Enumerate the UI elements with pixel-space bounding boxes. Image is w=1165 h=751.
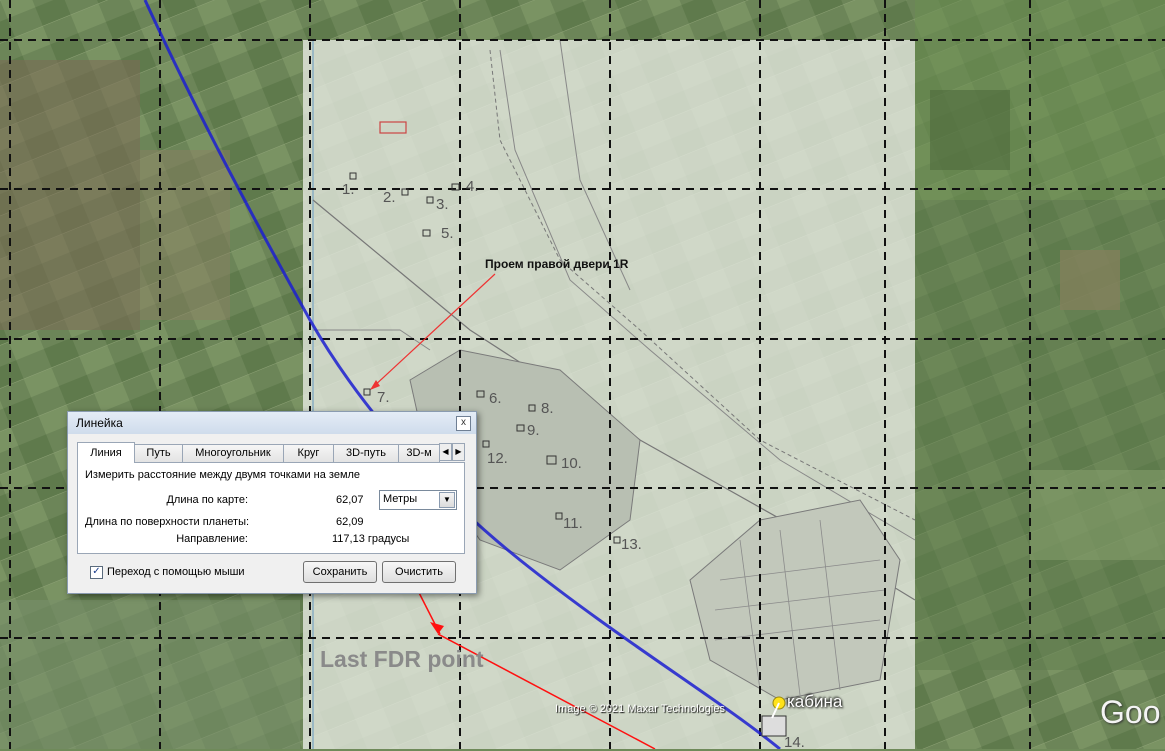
heading-value: 117,13 градусы bbox=[332, 533, 410, 545]
tab-scroll-left-icon[interactable]: ◀ bbox=[439, 443, 452, 461]
clear-button[interactable]: Очистить bbox=[382, 561, 456, 583]
tab-path[interactable]: Путь bbox=[134, 444, 183, 463]
parcel-label: 7. bbox=[377, 389, 390, 406]
field-patch bbox=[1030, 470, 1165, 560]
map-length-label: Длина по карте: bbox=[166, 494, 248, 506]
tab-line[interactable]: Линия bbox=[77, 442, 135, 463]
map-length-value: 62,07 bbox=[336, 494, 364, 506]
parcel-label: 10. bbox=[561, 455, 582, 472]
ground-length-value: 62,09 bbox=[336, 516, 364, 528]
parcel-label: 6. bbox=[489, 390, 502, 407]
field-patch bbox=[0, 600, 300, 749]
fdr-label: Last FDR point bbox=[320, 646, 484, 672]
mouse-nav-label: Переход с помощью мыши bbox=[107, 566, 245, 578]
dialog-titlebar[interactable]: Линейка x bbox=[68, 412, 476, 434]
parcel-label: 13. bbox=[621, 536, 642, 553]
parcel-label: 5. bbox=[441, 225, 454, 242]
annotation-label: Проем правой двери 1R bbox=[485, 257, 629, 271]
tab-circle[interactable]: Круг bbox=[283, 444, 334, 463]
tab-scroll-right-icon[interactable]: ▶ bbox=[452, 443, 465, 461]
ruler-tabs: Линия Путь Многоугольник Круг 3D-путь 3D… bbox=[77, 442, 467, 463]
parcel-label: 4. bbox=[466, 178, 479, 195]
copyright-text: Image © 2021 Maxar Technologies bbox=[555, 703, 725, 715]
dialog-title: Линейка bbox=[76, 416, 123, 430]
heading-label: Направление: bbox=[176, 533, 248, 545]
field-patch bbox=[140, 150, 230, 320]
field-patch bbox=[0, 60, 140, 330]
ruler-dialog: Линейка x Линия Путь Многоугольник Круг … bbox=[67, 411, 477, 594]
parcel-label: 3. bbox=[436, 196, 449, 213]
save-button[interactable]: Сохранить bbox=[303, 561, 377, 583]
placemark-label[interactable]: кабина bbox=[787, 692, 842, 712]
tab-3d-path[interactable]: 3D-путь bbox=[333, 444, 399, 463]
village-area bbox=[915, 200, 1165, 670]
parcel-label: 1. bbox=[342, 181, 355, 198]
tab-polygon[interactable]: Многоугольник bbox=[182, 444, 284, 463]
ground-length-label: Длина по поверхности планеты: bbox=[85, 516, 250, 528]
tab-3d-polygon[interactable]: 3D-м bbox=[398, 444, 440, 463]
google-logo: Goo bbox=[1100, 694, 1161, 730]
field-patch bbox=[930, 90, 1010, 170]
parcel-label: 2. bbox=[383, 189, 396, 206]
close-icon[interactable]: x bbox=[456, 416, 471, 431]
measure-description: Измерить расстояние между двумя точками … bbox=[85, 469, 361, 481]
mouse-nav-checkbox[interactable]: ✓ bbox=[90, 566, 103, 579]
satellite-map[interactable] bbox=[0, 0, 1165, 749]
measure-panel: Измерить расстояние между двумя точками … bbox=[77, 462, 465, 554]
unit-select[interactable]: Метры ▼ bbox=[379, 490, 457, 510]
parcel-label: 8. bbox=[541, 400, 554, 417]
parcel-label: 14. bbox=[784, 734, 805, 751]
parcel-label: 11. bbox=[563, 515, 583, 532]
parcel-label: 12. bbox=[487, 450, 508, 467]
unit-select-value: Метры bbox=[383, 493, 418, 505]
parcel-label: 9. bbox=[527, 422, 540, 439]
chevron-down-icon[interactable]: ▼ bbox=[439, 492, 455, 508]
